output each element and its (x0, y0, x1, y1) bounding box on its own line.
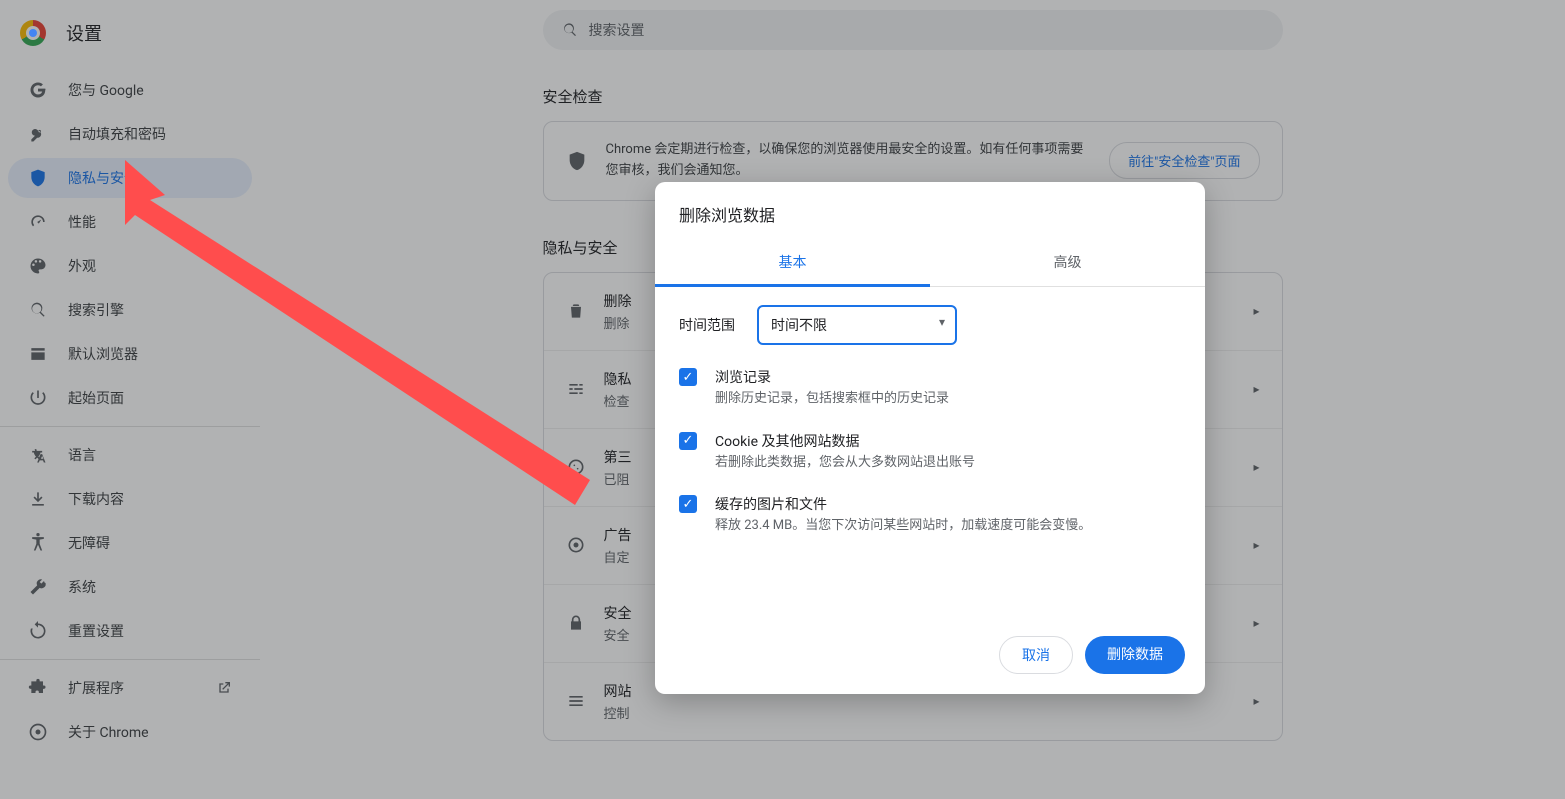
tab-advanced[interactable]: 高级 (930, 240, 1205, 286)
dialog-body: 时间范围 时间不限 ✓ 浏览记录 删除历史记录，包括搜索框中的历史记录 ✓ Co… (655, 287, 1205, 622)
option-title: 缓存的图片和文件 (715, 494, 1091, 514)
option-subtitle: 删除历史记录，包括搜索框中的历史记录 (715, 389, 949, 409)
checkbox-cookies[interactable]: ✓ (679, 432, 697, 450)
cancel-button[interactable]: 取消 (999, 636, 1073, 674)
option-cached-images[interactable]: ✓ 缓存的图片和文件 释放 23.4 MB。当您下次访问某些网站时，加载速度可能… (679, 494, 1181, 536)
delete-data-button[interactable]: 删除数据 (1085, 636, 1185, 674)
time-range-value: 时间不限 (771, 318, 827, 334)
clear-browsing-data-dialog: 删除浏览数据 基本 高级 时间范围 时间不限 ✓ 浏览记录 删除历史记录，包括搜… (655, 182, 1205, 694)
time-range-label: 时间范围 (679, 315, 735, 335)
option-cookies[interactable]: ✓ Cookie 及其他网站数据 若删除此类数据，您会从大多数网站退出账号 (679, 431, 1181, 473)
dialog-tabs: 基本 高级 (655, 240, 1205, 287)
option-browsing-history[interactable]: ✓ 浏览记录 删除历史记录，包括搜索框中的历史记录 (679, 367, 1181, 409)
checkbox-cached-images[interactable]: ✓ (679, 495, 697, 513)
tab-basic[interactable]: 基本 (655, 240, 930, 287)
option-subtitle: 释放 23.4 MB。当您下次访问某些网站时，加载速度可能会变慢。 (715, 516, 1091, 536)
option-title: Cookie 及其他网站数据 (715, 431, 975, 451)
dialog-footer: 取消 删除数据 (655, 622, 1205, 694)
time-range-select[interactable]: 时间不限 (757, 305, 957, 345)
option-subtitle: 若删除此类数据，您会从大多数网站退出账号 (715, 453, 975, 473)
dialog-title: 删除浏览数据 (655, 182, 1205, 240)
option-title: 浏览记录 (715, 367, 949, 387)
checkbox-browsing-history[interactable]: ✓ (679, 368, 697, 386)
